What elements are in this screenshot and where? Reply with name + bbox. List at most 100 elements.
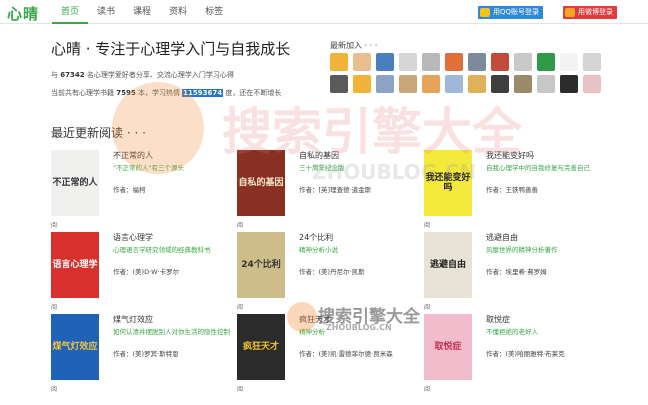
read-mark: 阅 — [237, 386, 244, 393]
book-author: 作者：埃里希·弗罗姆 — [486, 268, 547, 276]
book-card[interactable]: 24个比利 24个比利 精神分析小说 作者：(美)丹尼尔·凯斯阅 — [237, 232, 427, 312]
book-title[interactable]: 逃避自由 — [486, 232, 518, 243]
book-author: 作者：(美)罗宾·斯特恩 — [113, 350, 179, 358]
book-title[interactable]: 24个比利 — [299, 232, 333, 243]
user-avatar[interactable] — [514, 75, 532, 93]
book-cover-text: 不正常的人 — [52, 178, 98, 188]
book-card[interactable]: 煤气灯效应 煤气灯效应 如何认清并摆脱别人对你生活的隐性控制 作者：(美)罗宾·斯特恩… — [51, 314, 241, 394]
book-card[interactable]: 不正常的人 不正常的人 "不正常的人"有三个源头 作者：福柯阅 — [51, 150, 241, 230]
book-cover[interactable]: 逃避自由 — [424, 232, 472, 298]
book-cover-text: 疯狂天才 — [242, 342, 279, 352]
page-headline: 心晴 · 专注于心理学入门与自我成长 — [51, 40, 291, 58]
book-cover-text: 我还能变好吗 — [425, 173, 471, 193]
book-cover-text: 煤气灯效应 — [52, 342, 98, 352]
recent-users-grid — [330, 53, 612, 93]
book-card[interactable]: 取悦症 取悦症 不懂拒绝的老好人 作者：(美)哈丽雅特·布莱克阅 — [424, 314, 614, 394]
user-avatar[interactable] — [560, 53, 578, 71]
book-author: 作者：[英]理查德·道金斯 — [299, 186, 372, 194]
user-avatar[interactable] — [537, 75, 555, 93]
qq-icon — [480, 8, 490, 17]
book-cover[interactable]: 取悦症 — [424, 314, 472, 380]
book-stat-middle: 本，学习热情 — [135, 89, 183, 97]
book-title[interactable]: 不正常的人 — [113, 150, 153, 161]
book-description: 自我心理学中的自我修复与完善自己 — [486, 164, 590, 172]
user-avatar[interactable] — [491, 75, 509, 93]
book-card[interactable]: 我还能变好吗 我还能变好吗 自我心理学中的自我修复与完善自己 作者：王铁鸭善善阅 — [424, 150, 614, 230]
book-description: 如何认清并摆脱别人对你生活的隐性控制 — [113, 328, 230, 336]
book-author: 作者：(美)凯·雷德菲尔德·贾米森 — [299, 350, 393, 358]
book-description: 心理语言学研究领域的经典教科书 — [113, 246, 211, 254]
book-author: 作者：(美)D·W·卡罗尔 — [113, 268, 180, 276]
user-avatar[interactable] — [468, 53, 486, 71]
user-avatar[interactable] — [514, 53, 532, 71]
read-mark: 阅 — [51, 386, 58, 393]
user-avatar[interactable] — [399, 75, 417, 93]
book-stat-suffix: 度，还在不断增长 — [223, 89, 282, 97]
book-title[interactable]: 自私的基因 — [299, 150, 339, 161]
recent-reading-title: 最近更新阅读 · · · — [51, 126, 146, 140]
book-stat-prefix: 当前共有心理学书籍 — [51, 89, 117, 97]
nav-item-3[interactable]: 资料 — [160, 0, 196, 24]
user-avatar[interactable] — [422, 75, 440, 93]
user-avatar[interactable] — [560, 75, 578, 93]
book-cover-text: 取悦症 — [434, 342, 462, 352]
nav-item-2[interactable]: 课程 — [124, 0, 160, 24]
read-mark: 阅 — [424, 304, 431, 311]
weibo-login-label: 用微博登录 — [578, 8, 613, 16]
book-cover[interactable]: 我还能变好吗 — [424, 150, 472, 216]
read-mark: 阅 — [424, 386, 431, 393]
main-nav: 首页 读书 课程 资料 标签 — [52, 0, 232, 24]
read-mark: 阅 — [424, 222, 431, 229]
nav-item-4[interactable]: 标签 — [196, 0, 232, 24]
book-cover[interactable]: 语言心理学 — [51, 232, 99, 298]
book-title[interactable]: 煤气灯效应 — [113, 314, 153, 325]
heat-count: 11593674 — [182, 89, 224, 97]
weibo-login-button[interactable]: 用微博登录 — [563, 6, 617, 19]
qq-login-label: 用QQ账号登录 — [493, 8, 540, 16]
book-cover-text: 自私的基因 — [238, 178, 284, 188]
book-description: 三十周年纪念版 — [299, 164, 345, 172]
book-stat: 当前共有心理学书籍 7595 本，学习热情 11593674 度，还在不断增长 — [51, 88, 281, 98]
book-description: 不懂拒绝的老好人 — [486, 328, 538, 336]
user-avatar[interactable] — [330, 75, 348, 93]
user-avatar[interactable] — [353, 53, 371, 71]
book-cover[interactable]: 疯狂天才 — [237, 314, 285, 380]
user-avatar[interactable] — [353, 75, 371, 93]
book-cover[interactable]: 不正常的人 — [51, 150, 99, 216]
member-count: 67342 — [60, 71, 85, 79]
book-title[interactable]: 疯狂天才 — [299, 314, 331, 325]
user-avatar[interactable] — [376, 53, 394, 71]
qq-login-button[interactable]: 用QQ账号登录 — [478, 6, 544, 19]
book-card[interactable]: 疯狂天才 疯狂天才 精神分析 作者：(美)凯·雷德菲尔德·贾米森阅 — [237, 314, 427, 394]
read-mark: 阅 — [51, 222, 58, 229]
user-avatar[interactable] — [376, 75, 394, 93]
member-stat: 与 67342 名心理学爱好者分享、交流心理学入门学习心得 — [51, 70, 234, 80]
book-card[interactable]: 自私的基因 自私的基因 三十周年纪念版 作者：[英]理查德·道金斯阅 — [237, 150, 427, 230]
user-avatar[interactable] — [583, 53, 601, 71]
user-avatar[interactable] — [330, 53, 348, 71]
member-stat-prefix: 与 — [51, 71, 61, 79]
user-avatar[interactable] — [445, 75, 463, 93]
book-author: 作者：(美)哈丽雅特·布莱克 — [486, 350, 565, 358]
book-card[interactable]: 逃避自由 逃避自由 风靡世界的精神分析著作 作者：埃里希·弗罗姆阅 — [424, 232, 614, 312]
book-title[interactable]: 语言心理学 — [113, 232, 153, 243]
book-cover[interactable]: 煤气灯效应 — [51, 314, 99, 380]
user-avatar[interactable] — [399, 53, 417, 71]
user-avatar[interactable] — [583, 75, 601, 93]
site-logo[interactable]: 心晴 — [7, 3, 39, 24]
book-title[interactable]: 取悦症 — [486, 314, 510, 325]
nav-item-1[interactable]: 读书 — [88, 0, 124, 24]
book-cover[interactable]: 自私的基因 — [237, 150, 285, 216]
user-avatar[interactable] — [445, 53, 463, 71]
book-description: 精神分析 — [299, 328, 325, 336]
top-navbar: 心晴 首页 读书 课程 资料 标签 用QQ账号登录 用微博登录 — [0, 0, 648, 24]
user-avatar[interactable] — [468, 75, 486, 93]
user-avatar[interactable] — [422, 53, 440, 71]
user-avatar[interactable] — [537, 53, 555, 71]
book-title[interactable]: 我还能变好吗 — [486, 150, 534, 161]
book-card[interactable]: 语言心理学 语言心理学 心理语言学研究领域的经典教科书 作者：(美)D·W·卡罗尔阅 — [51, 232, 241, 312]
read-mark: 阅 — [237, 222, 244, 229]
nav-item-0[interactable]: 首页 — [52, 0, 89, 24]
user-avatar[interactable] — [491, 53, 509, 71]
book-cover[interactable]: 24个比利 — [237, 232, 285, 298]
